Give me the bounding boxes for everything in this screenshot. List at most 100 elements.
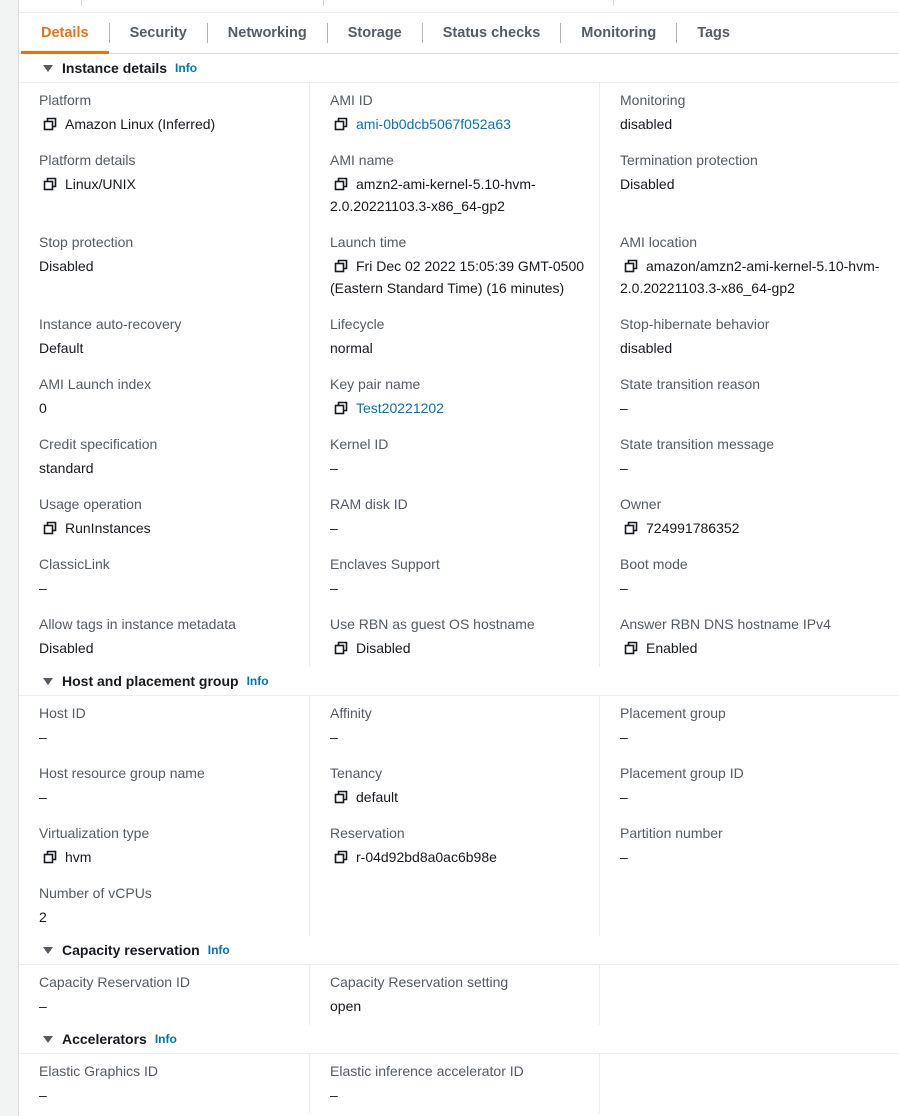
capacity-reservation-grid: Capacity Reservation ID – Capacity Reserva… [19, 965, 899, 1025]
tab-tags[interactable]: Tags [677, 13, 750, 53]
info-link[interactable]: Info [247, 674, 269, 688]
copy-icon[interactable] [624, 519, 638, 535]
copy-icon[interactable] [334, 788, 348, 804]
detail-field: Platform Amazon Linux (Inferred) [19, 83, 309, 143]
divider [81, 0, 82, 6]
host-placement-group-header[interactable]: Host and placement group Info [19, 667, 899, 696]
field-value-row: disabled [620, 337, 889, 359]
detail-field: Elastic Graphics ID – [19, 1054, 309, 1114]
caret-down-icon[interactable] [43, 1035, 53, 1043]
field-value: – [39, 1087, 47, 1103]
field-label: Use RBN as guest OS hostname [330, 616, 535, 632]
field-label: State transition message [620, 436, 775, 452]
caret-down-icon[interactable] [43, 64, 53, 72]
field-value-link[interactable]: ami-0b0dcb5067f052a63 [356, 116, 511, 132]
field-value-row: Fri Dec 02 2022 15:05:39 GMT-0500 (Easte… [330, 255, 599, 299]
copy-icon[interactable] [43, 519, 57, 535]
instance-details-panel: Details Security Networking Storage Stat… [18, 0, 899, 1116]
copy-icon[interactable] [43, 175, 57, 191]
field-label: Number of vCPUs [39, 885, 152, 901]
section-title: Instance details [62, 60, 168, 76]
field-value: – [620, 400, 628, 416]
tab-status-checks[interactable]: Status checks [423, 13, 561, 53]
tab-security[interactable]: Security [110, 13, 207, 53]
tab-networking[interactable]: Networking [208, 13, 327, 53]
detail-field: Host ID – [19, 696, 309, 756]
field-value-row: – [620, 846, 889, 868]
top-strip [19, 0, 899, 13]
copy-icon[interactable] [624, 639, 638, 655]
copy-icon[interactable] [334, 115, 348, 131]
field-value: – [39, 580, 47, 596]
caret-down-icon[interactable] [43, 946, 53, 954]
copy-icon[interactable] [43, 848, 57, 864]
copy-icon[interactable] [334, 257, 348, 273]
field-value: 0 [39, 400, 47, 416]
field-value: – [39, 729, 47, 745]
capacity-reservation-header[interactable]: Capacity reservation Info [19, 936, 899, 965]
field-value-row: – [39, 577, 309, 599]
info-link[interactable]: Info [155, 1032, 177, 1046]
field-value: standard [39, 460, 94, 476]
empty-cell [599, 1054, 889, 1114]
detail-field: Answer RBN DNS hostname IPv4 Enabled [599, 607, 889, 667]
caret-down-icon[interactable] [43, 677, 53, 685]
copy-icon[interactable] [43, 115, 57, 131]
host-placement-group-grid: Host ID – Affinity – Placement group – Host re… [19, 696, 899, 936]
copy-icon[interactable] [334, 848, 348, 864]
field-value-row: Disabled [620, 173, 889, 195]
field-value: normal [330, 340, 373, 356]
tab-monitoring[interactable]: Monitoring [561, 13, 676, 53]
copy-icon[interactable] [334, 639, 348, 655]
tab-details[interactable]: Details [21, 13, 109, 54]
field-value: 2 [39, 909, 47, 925]
info-link[interactable]: Info [175, 61, 197, 75]
field-label: Credit specification [39, 436, 158, 452]
field-label: Platform details [39, 152, 136, 168]
field-value: disabled [620, 340, 673, 356]
field-value-row: – [330, 577, 599, 599]
field-label: Host ID [39, 705, 86, 721]
accelerators-section: Accelerators Info Elastic Graphics ID – Elas… [19, 1025, 899, 1114]
detail-field: Use RBN as guest OS hostname Disabled [309, 607, 599, 667]
detail-field: RAM disk ID – [309, 487, 599, 547]
detail-field: Usage operation RunInstances [19, 487, 309, 547]
field-value-link[interactable]: Test20221202 [356, 400, 444, 416]
accelerators-header[interactable]: Accelerators Info [19, 1025, 899, 1054]
field-value-row: – [39, 786, 309, 808]
tab-storage[interactable]: Storage [328, 13, 422, 53]
detail-field: ClassicLink – [19, 547, 309, 607]
field-value: Fri Dec 02 2022 15:05:39 GMT-0500 (Easte… [330, 258, 585, 296]
field-value-row: Disabled [39, 255, 309, 277]
field-value: amzn2-ami-kernel-5.10-hvm-2.0.20221103.3… [330, 176, 536, 214]
field-value: Disabled [620, 176, 675, 192]
field-label: RAM disk ID [330, 496, 408, 512]
copy-icon[interactable] [334, 399, 348, 415]
field-label: ClassicLink [39, 556, 110, 572]
instance-details-section: Instance details Info Platform Amazon Linux… [19, 54, 899, 667]
field-label: Usage operation [39, 496, 142, 512]
divider [323, 0, 324, 6]
detail-field: Owner 724991786352 [599, 487, 889, 547]
field-label: Host resource group name [39, 765, 205, 781]
field-label: Placement group ID [620, 765, 744, 781]
field-label: Enclaves Support [330, 556, 440, 572]
field-value-row: – [330, 1084, 599, 1106]
field-label: Reservation [330, 825, 405, 841]
copy-icon[interactable] [624, 257, 638, 273]
info-link[interactable]: Info [208, 943, 230, 957]
detail-field: Virtualization type hvm [19, 816, 309, 876]
field-label: AMI Launch index [39, 376, 152, 392]
field-value-row: – [620, 397, 889, 419]
field-value-row: Default [39, 337, 309, 359]
field-value: – [330, 520, 338, 536]
field-label: AMI ID [330, 92, 373, 108]
copy-icon[interactable] [334, 175, 348, 191]
field-label: Answer RBN DNS hostname IPv4 [620, 616, 831, 632]
detail-field: Affinity – [309, 696, 599, 756]
detail-field: State transition reason – [599, 367, 889, 427]
instance-details-header[interactable]: Instance details Info [19, 54, 899, 83]
field-value-row: Linux/UNIX [39, 173, 309, 195]
detail-field: Instance auto-recovery Default [19, 307, 309, 367]
field-value-row: RunInstances [39, 517, 309, 539]
